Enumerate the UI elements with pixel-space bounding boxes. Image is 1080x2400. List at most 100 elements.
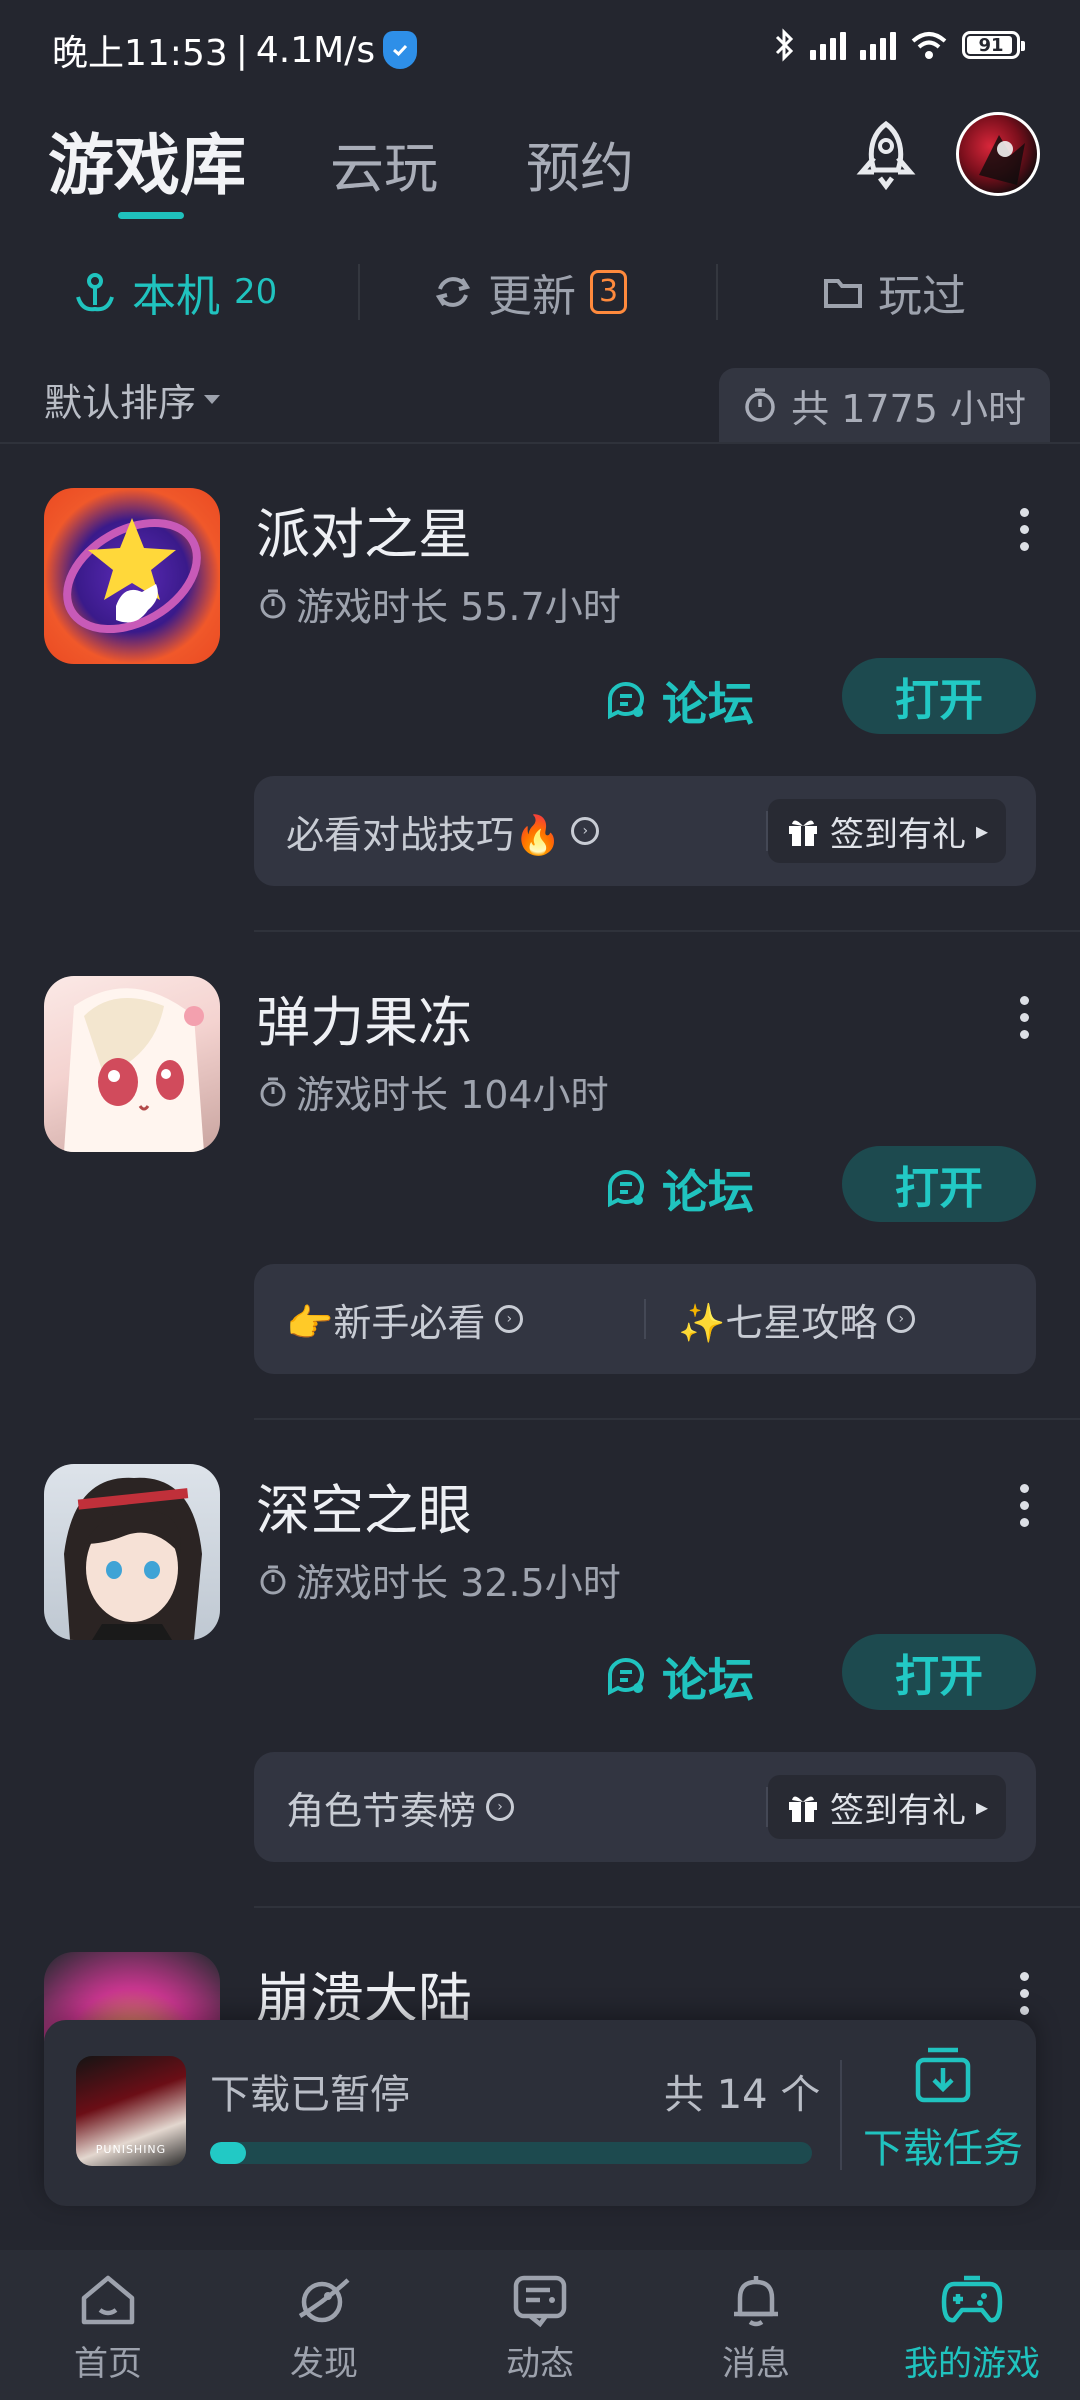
game-playtime: 游戏时长 32.5小时	[258, 1552, 621, 1607]
download-game-thumbnail: PUNISHING	[76, 2056, 186, 2166]
promo-link-beginner[interactable]: 👉新手必看 ›	[254, 1292, 644, 1347]
subtab-updates-label: 更新	[488, 271, 576, 322]
open-game-button[interactable]: 打开	[842, 1634, 1036, 1710]
timer-icon	[260, 1077, 286, 1106]
subtab-local-label: 本机	[132, 271, 220, 322]
game-icon-party-star[interactable]	[44, 488, 220, 664]
game-title[interactable]: 派对之星	[256, 490, 472, 569]
list-top-divider	[0, 442, 1080, 444]
bottom-nav: 首页 发现 动态 消息 我的游戏	[0, 2250, 1080, 2400]
nav-home[interactable]: 首页	[0, 2250, 216, 2400]
signal-hd-icon	[860, 30, 896, 60]
card-divider	[254, 1418, 1080, 1420]
local-game-count: 20	[234, 272, 278, 312]
circle-arrow-icon: ›	[571, 817, 600, 845]
network-speed: 4.1M/s	[255, 29, 376, 71]
checkin-gift-button[interactable]: 签到有礼 ▸	[767, 799, 1006, 863]
timer-icon	[745, 388, 775, 422]
forum-icon	[608, 1170, 644, 1208]
rocket-icon[interactable]	[852, 120, 920, 194]
subtab-played[interactable]: 玩过	[822, 262, 966, 322]
tab-reservation[interactable]: 预约	[526, 124, 634, 203]
open-game-button[interactable]: 打开	[842, 658, 1036, 734]
caret-down-icon	[204, 395, 221, 404]
refresh-icon	[435, 277, 471, 307]
tab-game-library[interactable]: 游戏库	[48, 112, 246, 208]
status-time: 晚上11:53	[52, 33, 228, 74]
nav-messages[interactable]: 消息	[648, 2250, 864, 2400]
download-status: 下载已暂停	[210, 2072, 410, 2118]
download-tray-icon	[915, 2047, 971, 2103]
promo-bar: 必看对战技巧🔥 › 签到有礼 ▸	[254, 776, 1036, 886]
download-panel[interactable]: PUNISHING 下载已暂停 共 14 个 下载任务	[44, 2020, 1036, 2206]
more-options-icon[interactable]	[1018, 508, 1030, 551]
promo-link-guide[interactable]: ✨七星攻略 ›	[646, 1292, 1036, 1347]
circle-arrow-icon: ›	[495, 1305, 524, 1333]
active-tab-indicator	[118, 212, 184, 219]
sort-dropdown[interactable]: 默认排序	[44, 372, 221, 427]
battery-icon: 91	[962, 31, 1025, 59]
gift-icon	[788, 820, 817, 846]
more-options-icon[interactable]	[1018, 1972, 1030, 2015]
wifi-icon	[911, 32, 947, 59]
nav-discover[interactable]: 发现	[216, 2250, 432, 2400]
nav-feed[interactable]: 动态	[432, 2250, 648, 2400]
more-options-icon[interactable]	[1018, 1484, 1030, 1527]
feed-icon	[513, 2275, 567, 2328]
game-playtime: 游戏时长 104小时	[258, 1064, 609, 1119]
subtab-divider	[358, 264, 360, 320]
forum-icon	[608, 682, 644, 720]
game-icon-jelly[interactable]	[44, 976, 220, 1152]
game-title[interactable]: 弹力果冻	[256, 978, 472, 1057]
discover-icon	[298, 2278, 350, 2323]
bell-icon	[734, 2276, 778, 2327]
chevron-right-icon: ▸	[975, 817, 988, 845]
forum-icon	[608, 1658, 644, 1696]
gamepad-icon	[941, 2275, 1003, 2323]
sort-label: 默认排序	[44, 381, 197, 425]
circle-arrow-icon: ›	[486, 1793, 515, 1821]
timer-icon	[260, 1565, 286, 1594]
checkin-gift-button[interactable]: 签到有礼 ▸	[767, 1775, 1006, 1839]
game-playtime: 游戏时长 55.7小时	[258, 576, 621, 631]
download-progress-fill	[210, 2142, 247, 2164]
avatar[interactable]	[956, 112, 1040, 196]
anchor-icon	[76, 273, 114, 312]
tab-cloud-play[interactable]: 云玩	[330, 124, 438, 203]
subtab-updates[interactable]: 更新 3	[432, 262, 628, 322]
status-bar-right: 91	[774, 28, 1025, 62]
total-hours-text: 共 1775 小时	[791, 386, 1026, 431]
subtab-divider	[716, 264, 718, 320]
folder-icon	[824, 279, 862, 308]
update-count-badge: 3	[590, 270, 628, 314]
timer-icon	[260, 589, 286, 618]
download-tasks-button[interactable]: 下载任务	[858, 2044, 1028, 2174]
total-playtime: 共 1775 小时	[719, 368, 1050, 442]
status-bar-left: 晚上11:53 | 4.1M/s	[52, 24, 418, 76]
open-game-button[interactable]: 打开	[842, 1146, 1036, 1222]
download-divider	[840, 2060, 842, 2170]
bluetooth-icon	[775, 28, 794, 62]
promo-link-ranking[interactable]: 角色节奏榜 ›	[254, 1780, 766, 1835]
game-title[interactable]: 深空之眼	[256, 1466, 472, 1545]
game-icon-deep-eye[interactable]	[44, 1464, 220, 1640]
signal-icon	[810, 30, 846, 60]
download-count: 共 14 个	[664, 2072, 821, 2118]
more-options-icon[interactable]	[1018, 996, 1030, 1039]
home-icon	[81, 2275, 135, 2325]
nav-my-games[interactable]: 我的游戏	[864, 2250, 1080, 2400]
promo-bar: 👉新手必看 › ✨七星攻略 ›	[254, 1264, 1036, 1374]
circle-arrow-icon: ›	[887, 1305, 916, 1333]
forum-button[interactable]: 论坛	[604, 1644, 754, 1710]
card-divider	[254, 1906, 1080, 1908]
subtab-played-label: 玩过	[878, 271, 966, 322]
subtab-local[interactable]: 本机 20	[72, 262, 277, 322]
chevron-right-icon: ▸	[975, 1793, 988, 1821]
download-progress-bar	[210, 2142, 812, 2164]
shield-icon	[383, 31, 418, 69]
forum-button[interactable]: 论坛	[604, 668, 754, 734]
promo-link-tips[interactable]: 必看对战技巧🔥 ›	[254, 804, 766, 859]
forum-button[interactable]: 论坛	[604, 1156, 754, 1222]
card-divider	[254, 930, 1080, 932]
promo-bar: 角色节奏榜 › 签到有礼 ▸	[254, 1752, 1036, 1862]
